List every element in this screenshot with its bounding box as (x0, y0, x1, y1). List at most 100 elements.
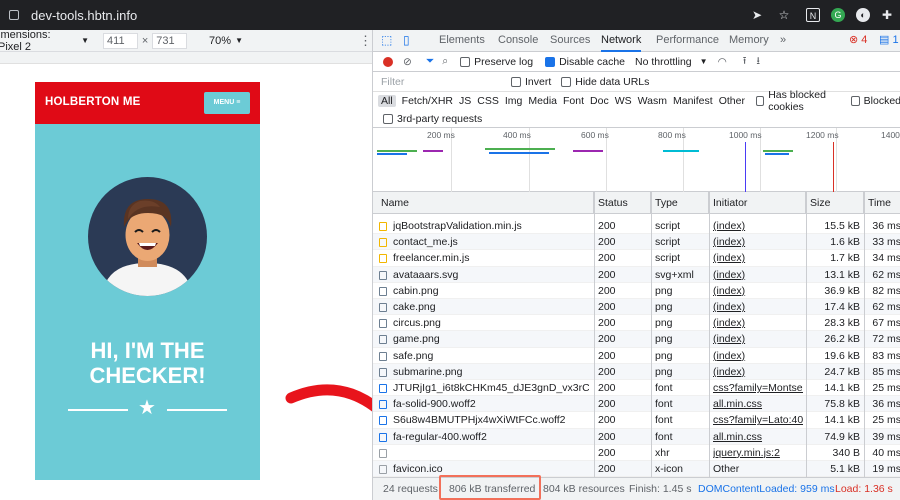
col-type[interactable]: Type (651, 192, 709, 214)
table-row[interactable]: S6u8w4BMUTPHjx4wXiWtFCc.woff2 200 font css?… (373, 412, 900, 429)
cell-initiator[interactable]: (index) (713, 267, 803, 283)
invert-checkbox[interactable] (511, 76, 521, 87)
table-row[interactable]: 200 xhr jquery.min.js:2 340 B 40 ms (373, 445, 900, 461)
col-status[interactable]: Status (594, 192, 651, 214)
preserve-log-checkbox[interactable] (460, 56, 471, 67)
table-row[interactable]: jqBootstrapValidation.min.js 200 script (in… (373, 218, 900, 235)
chevron-down-icon[interactable]: ▼ (235, 36, 243, 45)
col-name[interactable]: Name (377, 192, 594, 214)
tab-memory[interactable]: Memory (729, 30, 769, 52)
more-tabs-icon[interactable]: » (780, 30, 786, 52)
cell-initiator[interactable]: (index) (713, 283, 803, 299)
puzzle-icon[interactable]: ✚ (880, 8, 894, 22)
disable-cache-checkbox[interactable] (545, 56, 556, 67)
type-css[interactable]: CSS (474, 95, 502, 107)
share-icon[interactable]: ➤ (750, 8, 764, 22)
cell-initiator[interactable]: (index) (713, 234, 803, 250)
col-time[interactable]: Time (864, 192, 900, 214)
third-party-checkbox[interactable] (383, 113, 393, 124)
device-select[interactable]: imensions: Pixel 2 (0, 29, 77, 53)
star-icon: ★ (138, 397, 156, 419)
cell-initiator[interactable]: css?family=Montse... (713, 380, 803, 396)
chevron-down-icon[interactable]: ▼ (700, 57, 708, 66)
col-initiator[interactable]: Initiator (709, 192, 806, 214)
filter-input[interactable]: Filter (381, 76, 501, 88)
cell-initiator[interactable]: (index) (713, 218, 803, 234)
throttling-select[interactable]: No throttling (635, 56, 692, 68)
table-row[interactable]: contact_me.js 200 script (index) 1.6 kB 33 ms (373, 234, 900, 251)
cell-time: 40 ms (872, 446, 900, 459)
cell-initiator[interactable]: all.min.css (713, 396, 803, 412)
type-media[interactable]: Media (525, 95, 560, 107)
error-badge[interactable]: ⊗ 4 (849, 30, 867, 52)
type-manifest[interactable]: Manifest (670, 95, 716, 107)
width-input[interactable]: 411 (103, 32, 138, 49)
cell-initiator[interactable]: (index) (713, 331, 803, 347)
record-icon[interactable] (383, 56, 393, 67)
has-blocked-cookies-checkbox[interactable] (755, 96, 765, 106)
type-img[interactable]: Img (502, 95, 526, 107)
col-size[interactable]: Size (806, 192, 864, 214)
blocked-checkbox[interactable] (851, 96, 860, 106)
table-row[interactable]: fa-solid-900.woff2 200 font all.min.css 75.8… (373, 396, 900, 413)
type-font[interactable]: Font (560, 95, 587, 107)
cell-size: 340 B (832, 446, 860, 459)
table-row[interactable]: cake.png 200 png (index) 17.4 kB 62 ms (373, 299, 900, 316)
timeline-overview[interactable]: 200 ms 400 ms 600 ms 800 ms 1000 ms 1200… (373, 128, 900, 192)
browser-address-bar[interactable]: dev-tools.hbtn.info (0, 0, 900, 30)
cell-initiator[interactable]: css?family=Lato:40... (713, 412, 803, 428)
cell-initiator[interactable]: (index) (713, 315, 803, 331)
grammarly-icon[interactable]: G (831, 8, 845, 22)
cell-initiator[interactable]: (index) (713, 250, 803, 266)
type-js[interactable]: JS (456, 95, 474, 107)
import-har-icon[interactable]: ⭱ (743, 53, 747, 71)
table-row[interactable]: freelancer.min.js 200 script (index) 1.7 kB 3… (373, 250, 900, 267)
menu-button[interactable]: MENU ≡ (204, 92, 250, 114)
network-conditions-icon[interactable]: ◠ (718, 56, 727, 68)
filter-icon[interactable]: ⏷ (426, 55, 434, 68)
type-fetch-xhr[interactable]: Fetch/XHR (399, 95, 456, 107)
third-party-label: 3rd-party requests (397, 112, 483, 125)
more-options-icon[interactable]: ⋮ (359, 33, 372, 49)
zoom-select[interactable]: 70% (209, 35, 231, 47)
cell-initiator[interactable]: jquery.min.js:2 (713, 445, 803, 461)
clear-icon[interactable]: ⊘ (403, 56, 412, 68)
tab-sources[interactable]: Sources (550, 30, 590, 52)
inspect-element-icon[interactable]: ⬚ (381, 30, 392, 52)
cell-initiator[interactable]: (index) (713, 348, 803, 364)
column-divider (709, 192, 710, 477)
table-row[interactable]: avataaars.svg 200 svg+xml (index) 13.1 kB 62 … (373, 266, 900, 283)
type-doc[interactable]: Doc (587, 95, 612, 107)
bookmark-star-icon[interactable]: ☆ (777, 8, 791, 22)
table-row[interactable]: fa-regular-400.woff2 200 font all.min.css 74… (373, 428, 900, 445)
table-row[interactable]: submarine.png 200 png (index) 24.7 kB 85 ms (373, 363, 900, 380)
cell-initiator[interactable]: Other (713, 461, 803, 477)
tab-network[interactable]: Network (601, 30, 642, 52)
device-toggle-icon[interactable]: ▯ (403, 30, 410, 52)
chevron-down-icon[interactable]: ▼ (81, 36, 89, 45)
cell-initiator[interactable]: (index) (713, 299, 803, 315)
tab-console[interactable]: Console (498, 30, 538, 52)
type-other[interactable]: Other (716, 95, 748, 107)
table-row[interactable]: JTURjIg1_i6t8kCHKm45_dJE3gnD_vx3rCs.... 2… (373, 380, 900, 397)
extension-c-icon[interactable]: ◐ (856, 8, 870, 22)
site-brand[interactable]: HOLBERTON ME (45, 96, 140, 108)
cell-initiator[interactable]: all.min.css (713, 429, 803, 445)
table-row[interactable]: safe.png 200 png (index) 19.6 kB 83 ms (373, 348, 900, 364)
type-ws[interactable]: WS (612, 95, 635, 107)
table-row[interactable]: circus.png 200 png (index) 28.3 kB 67 ms (373, 315, 900, 332)
extension-n-icon[interactable]: N (806, 8, 820, 22)
tab-elements[interactable]: Elements (439, 30, 485, 52)
message-badge[interactable]: ▤ 1 (879, 30, 899, 52)
export-har-icon[interactable]: ⭳ (756, 53, 760, 71)
height-input[interactable]: 731 (152, 32, 188, 49)
hide-data-urls-checkbox[interactable] (561, 76, 572, 87)
search-icon[interactable]: ⌕ (442, 55, 448, 68)
type-wasm[interactable]: Wasm (635, 95, 670, 107)
table-row[interactable]: cabin.png 200 png (index) 36.9 kB 82 ms (373, 283, 900, 299)
type-all[interactable]: All (378, 95, 396, 107)
tab-performance[interactable]: Performance (656, 30, 719, 52)
table-row[interactable]: game.png 200 png (index) 26.2 kB 72 ms (373, 331, 900, 348)
cell-initiator[interactable]: (index) (713, 364, 803, 380)
url-text[interactable]: dev-tools.hbtn.info (31, 8, 137, 23)
